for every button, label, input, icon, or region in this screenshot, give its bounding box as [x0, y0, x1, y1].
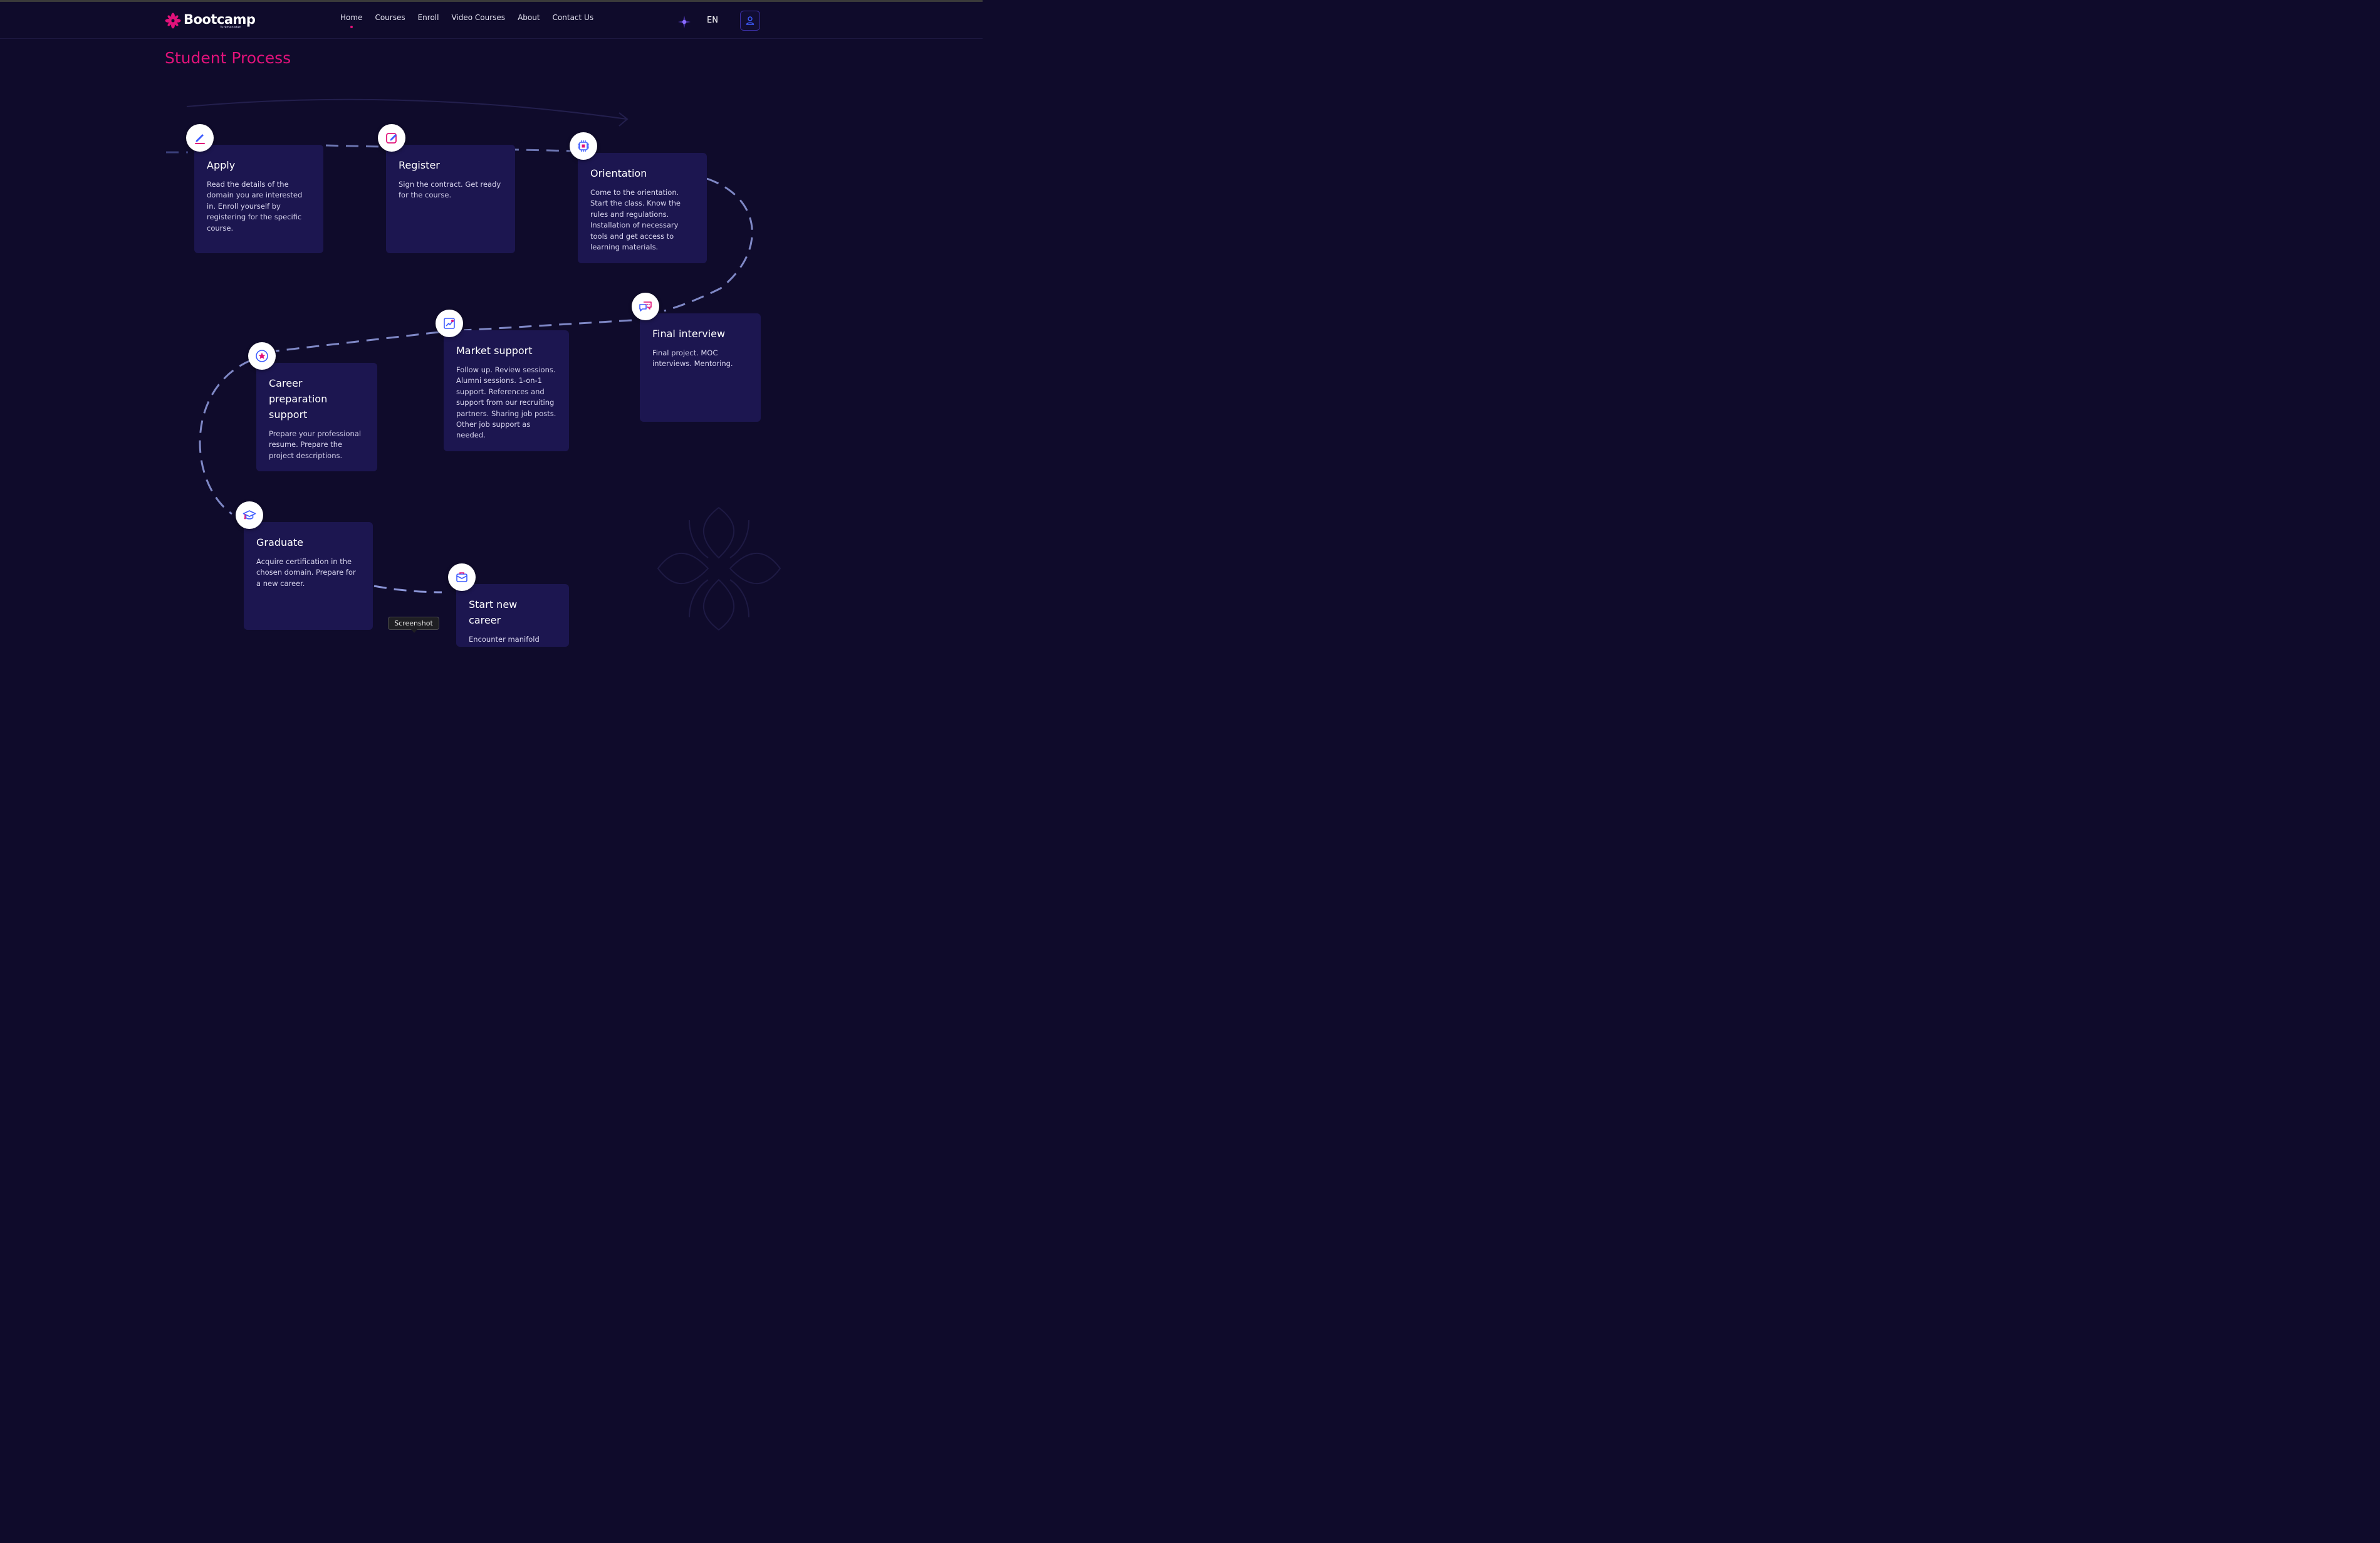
step-title: Final interview	[652, 328, 726, 340]
process-path	[166, 98, 753, 594]
star-icon	[256, 350, 268, 362]
step-icon-career-preparation	[248, 342, 276, 370]
screenshot-tooltip: Screenshot	[388, 617, 439, 633]
chat-icon	[639, 301, 652, 311]
step-card-market-support: Market support Follow up. Review session…	[444, 330, 569, 451]
step-icon-market-support	[436, 310, 463, 337]
step-description: Encounter manifold	[469, 635, 540, 644]
step-icon-final-interview	[632, 293, 659, 320]
decorative-watermark-icon	[657, 506, 781, 631]
step-description: Final project. MOC interviews. Mentoring…	[652, 348, 733, 369]
pen-icon	[195, 134, 205, 144]
step-icon-apply	[186, 124, 214, 152]
step-icon-orientation	[570, 132, 597, 160]
chip-icon	[578, 140, 589, 152]
step-description: Read the details of the domain you are i…	[207, 180, 303, 233]
step-title: Orientation	[590, 167, 647, 179]
step-icon-start-new-career	[448, 563, 476, 591]
step-title: Apply	[207, 159, 236, 171]
step-card-orientation: Orientation Come to the orientation. Sta…	[578, 153, 707, 263]
edit-icon	[386, 133, 397, 144]
step-title: Market support	[456, 345, 533, 357]
graduation-cap-icon	[243, 510, 256, 520]
step-description: Sign the contract. Get ready for the cou…	[399, 180, 501, 200]
step-card-register: Register Sign the contract. Get ready fo…	[386, 145, 515, 253]
step-icon-register	[378, 124, 405, 152]
step-description: Follow up. Review sessions. Alumni sessi…	[456, 365, 556, 440]
briefcase-icon	[456, 572, 467, 582]
step-card-career-preparation: Career preparation support Prepare your …	[256, 363, 377, 471]
step-card-apply: Apply Read the details of the domain you…	[194, 145, 323, 253]
step-card-start-new-career: Start new career Encounter manifold	[456, 584, 569, 647]
step-description: Acquire certification in the chosen doma…	[256, 557, 356, 588]
step-card-graduate: Graduate Acquire certification in the ch…	[244, 522, 373, 630]
step-title: Start new career	[469, 599, 518, 626]
step-description: Come to the orientation. Start the class…	[590, 188, 681, 252]
step-card-final-interview: Final interview Final project. MOC inter…	[640, 313, 761, 422]
step-title: Register	[399, 159, 440, 171]
step-title: Career preparation support	[269, 377, 328, 421]
step-icon-graduate	[236, 501, 263, 529]
chart-icon	[444, 318, 455, 329]
step-title: Graduate	[256, 536, 303, 548]
step-description: Prepare your professional resume. Prepar…	[269, 429, 362, 460]
